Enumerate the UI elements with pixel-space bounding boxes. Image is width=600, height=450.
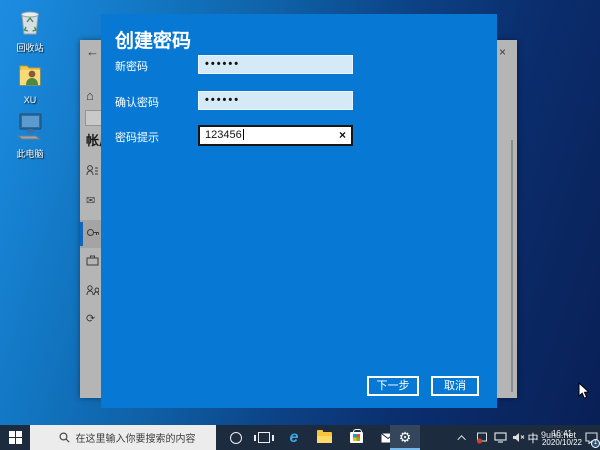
- close-icon[interactable]: ×: [499, 45, 506, 59]
- work-school-icon[interactable]: [86, 254, 100, 268]
- desktop-icon-label: XU: [23, 95, 37, 105]
- cancel-button[interactable]: 取消: [431, 376, 479, 396]
- security-tray-button[interactable]: [472, 425, 492, 450]
- watermark-text: 9uhu.net: [541, 430, 577, 440]
- action-center-button[interactable]: 1: [583, 425, 600, 450]
- next-button[interactable]: 下一步: [367, 376, 419, 396]
- settings-button[interactable]: ⚙: [390, 425, 420, 450]
- back-icon[interactable]: ←: [86, 44, 99, 59]
- desktop-icon-user-folder[interactable]: XU: [4, 60, 56, 105]
- flag-alert-icon: [476, 432, 487, 444]
- edge-icon: e: [289, 428, 299, 446]
- search-placeholder-text: 在这里输入你要搜索的内容: [75, 434, 196, 445]
- gear-icon: ⚙: [398, 428, 412, 445]
- search-icon: [58, 432, 70, 443]
- family-users-icon[interactable]: [86, 284, 100, 298]
- store-icon: [349, 429, 363, 443]
- new-password-label: 新密码: [115, 61, 148, 73]
- sync-settings-icon[interactable]: ⟳: [86, 312, 100, 326]
- user-folder-icon: [4, 60, 56, 93]
- store-button[interactable]: [342, 425, 370, 450]
- dialog-title: 创建密码: [115, 31, 192, 52]
- recycle-bin-icon: [4, 8, 56, 41]
- new-password-field[interactable]: ••••••: [198, 55, 353, 74]
- mouse-cursor: [578, 381, 590, 405]
- monitor-icon: [493, 432, 507, 443]
- notification-badge: 1: [591, 439, 600, 448]
- create-password-dialog: 创建密码 新密码 •••••• 确认密码 •••••• 密码提示 123456 …: [101, 14, 497, 408]
- folder-icon: [316, 430, 332, 443]
- settings-scrollbar[interactable]: [511, 140, 513, 392]
- network-tray-button[interactable]: [490, 425, 510, 450]
- password-hint-field[interactable]: 123456 ×: [198, 125, 353, 146]
- speaker-muted-icon: [512, 433, 524, 442]
- windows-logo-icon: [8, 431, 22, 444]
- task-view-icon: [254, 432, 274, 443]
- sign-in-options-icon[interactable]: [86, 226, 100, 240]
- confirm-password-field[interactable]: ••••••: [198, 91, 353, 110]
- password-hint-label: 密码提示: [115, 132, 159, 144]
- cortana-icon: [230, 431, 242, 444]
- home-icon[interactable]: ⌂: [86, 88, 94, 103]
- desktop: 回收站 XU 此电脑 ← × ⌂ 帐户 ✉ ⟳ 创建密码 新密码 •••••• …: [0, 0, 600, 450]
- desktop-icon-this-pc[interactable]: 此电脑: [4, 110, 56, 159]
- email-accounts-icon[interactable]: ✉: [86, 194, 100, 208]
- this-pc-icon: [4, 110, 56, 147]
- password-hint-value: 123456: [205, 129, 242, 141]
- task-view-button[interactable]: [250, 425, 278, 450]
- desktop-icon-recycle-bin[interactable]: 回收站: [4, 8, 56, 53]
- taskbar-search-input[interactable]: 在这里输入你要搜索的内容: [30, 425, 216, 450]
- desktop-icon-label: 此电脑: [16, 149, 44, 159]
- your-info-icon[interactable]: [86, 164, 100, 178]
- desktop-icon-label: 回收站: [16, 43, 44, 53]
- tray-expand-button[interactable]: [452, 425, 474, 450]
- text-caret: [242, 129, 244, 140]
- clear-icon[interactable]: ×: [339, 127, 346, 144]
- confirm-password-label: 确认密码: [115, 97, 159, 109]
- cortana-button[interactable]: [222, 425, 250, 450]
- edge-button[interactable]: e: [280, 425, 308, 450]
- taskbar: 在这里输入你要搜索的内容 e ⚙ 中 16:41 2020/10/22 1: [0, 425, 600, 450]
- chevron-up-icon: [457, 434, 466, 444]
- file-explorer-button[interactable]: [310, 425, 338, 450]
- nav-selected-accent-bar: [80, 222, 83, 246]
- start-button[interactable]: [0, 425, 30, 450]
